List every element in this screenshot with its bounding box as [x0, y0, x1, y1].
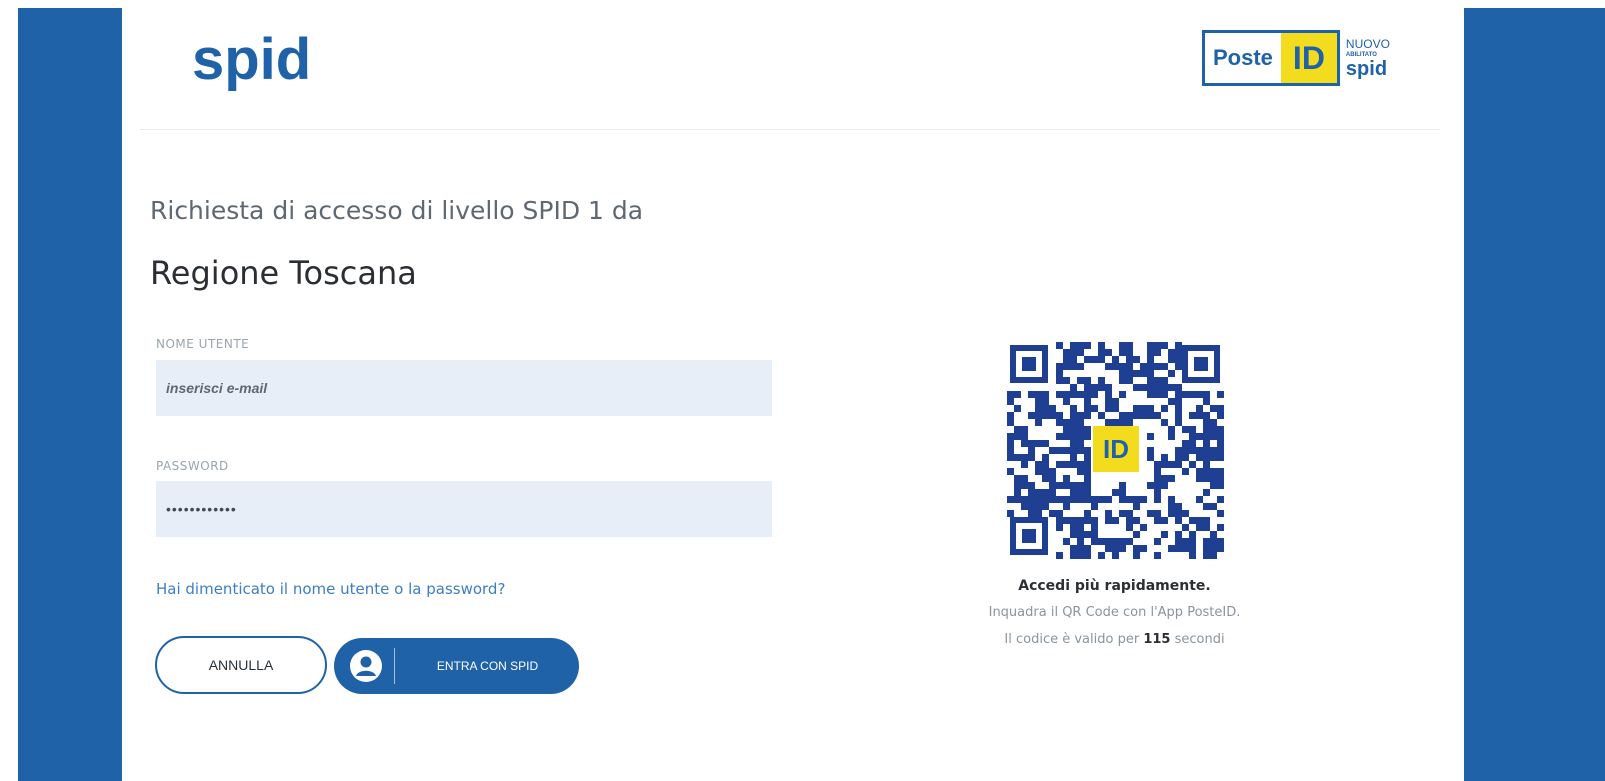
qr-id-mark: ID	[1103, 434, 1129, 464]
password-input[interactable]	[156, 481, 772, 537]
password-label: PASSWORD	[156, 459, 229, 473]
header-divider	[140, 129, 1440, 130]
right-blue-band	[1464, 8, 1605, 781]
login-spid-button[interactable]: ENTRA CON SPID	[334, 638, 579, 694]
top-strip	[18, 0, 1605, 8]
username-input[interactable]	[156, 360, 772, 416]
user-icon	[350, 650, 382, 682]
left-margin	[0, 0, 18, 781]
request-line: Richiesta di accesso di livello SPID 1 d…	[150, 196, 644, 225]
login-spid-label: ENTRA CON SPID	[436, 659, 539, 673]
login-panel: spid Poste ID NUOVO ABILITATO spid Richi…	[122, 8, 1464, 781]
validity-suffix: secondi	[1174, 632, 1225, 647]
username-label: NOME UTENTE	[156, 337, 250, 351]
header: spid Poste ID NUOVO ABILITATO spid	[122, 8, 1464, 130]
nuovo-spid-mark: NUOVO ABILITATO spid	[1346, 38, 1390, 79]
qr-caption-title: Accedi più rapidamente.	[1018, 578, 1211, 594]
forgot-credentials-link[interactable]: Hai dimenticato il nome utente o la pass…	[156, 580, 505, 598]
poste-id-badge: Poste ID NUOVO ABILITATO spid	[1202, 30, 1390, 86]
poste-id-mark: ID	[1280, 33, 1337, 83]
qr-caption-instructions: Inquadra il QR Code con l'App PosteID.	[988, 605, 1241, 620]
qr-code-image: ID	[1005, 340, 1225, 560]
poste-id-box: Poste ID	[1202, 30, 1340, 86]
qr-code: ID	[1005, 340, 1225, 560]
cancel-button[interactable]: ANNULLA	[155, 636, 327, 694]
small-spid-text: spid	[1345, 57, 1388, 80]
spid-logo-text: spid	[192, 29, 311, 92]
validity-prefix: Il codice è valido per	[1004, 632, 1140, 647]
validity-seconds: 115	[1143, 632, 1171, 647]
entity-name: Regione Toscana	[150, 254, 417, 292]
qr-caption-validity: Il codice è valido per 115 secondi	[922, 632, 1307, 647]
poste-word: Poste	[1213, 45, 1273, 70]
button-separator	[394, 648, 395, 684]
abilitato-text: ABILITATO	[1345, 51, 1377, 58]
nuovo-text: NUOVO	[1345, 36, 1390, 51]
spid-logo: spid	[192, 29, 352, 100]
left-blue-band	[18, 8, 122, 781]
